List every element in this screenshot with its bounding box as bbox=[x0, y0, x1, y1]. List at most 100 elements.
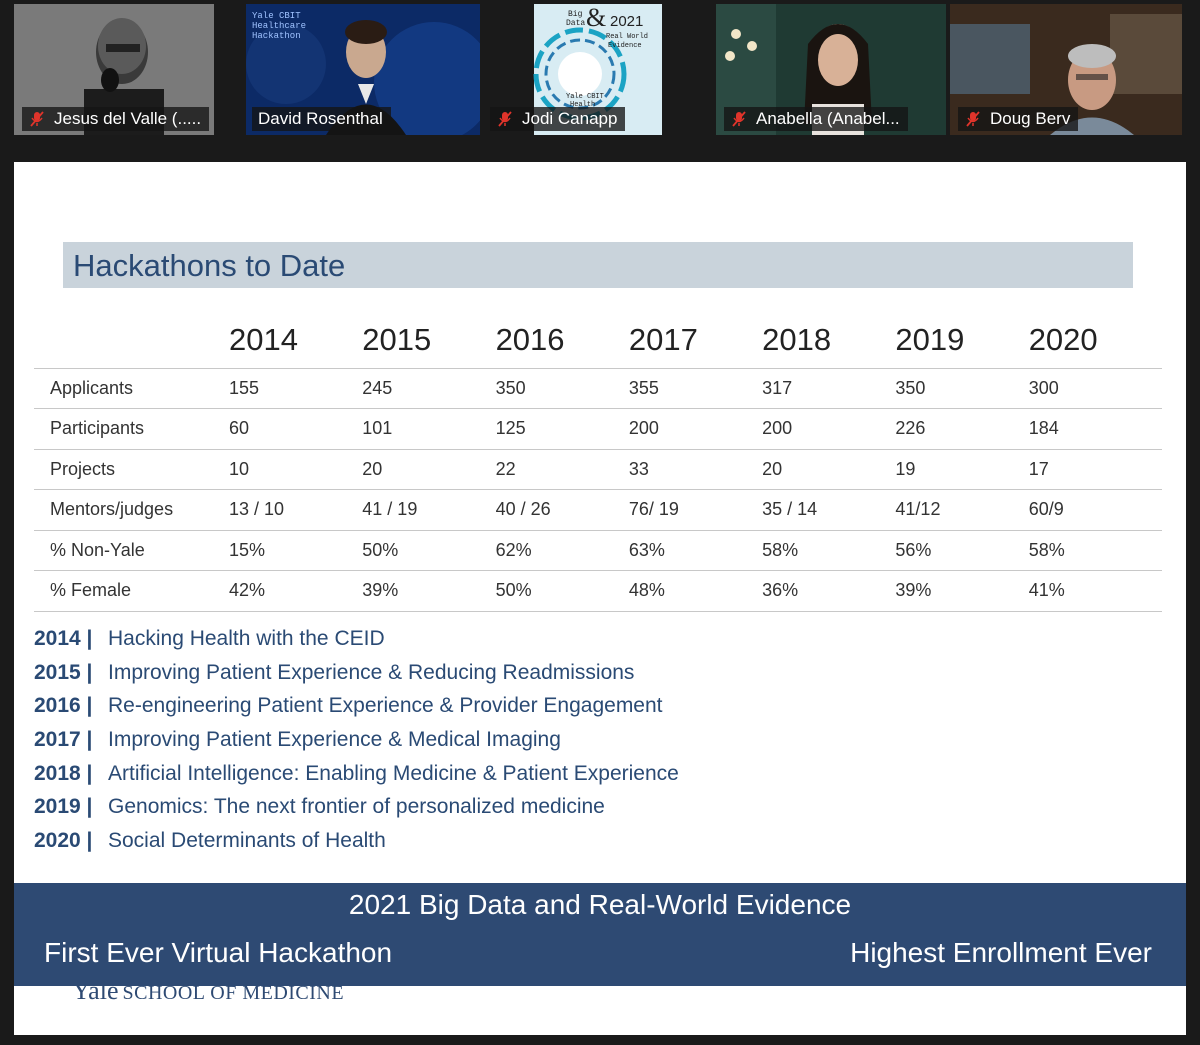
theme-year: 2018 | bbox=[34, 761, 93, 785]
table-cell: 58% bbox=[762, 529, 896, 571]
table-cell: 20 bbox=[362, 448, 496, 490]
table-cell: 226 bbox=[895, 408, 1029, 449]
participant-name: Jodi Canapp bbox=[522, 109, 618, 128]
logo-yale: Yale bbox=[72, 976, 119, 1005]
table-cell: 101 bbox=[362, 408, 496, 449]
svg-text:2021: 2021 bbox=[610, 13, 643, 30]
theme-year: 2020 | bbox=[34, 829, 93, 853]
bottom-strip bbox=[0, 1035, 1200, 1045]
svg-text:Data: Data bbox=[566, 19, 585, 28]
year-header: 2018 bbox=[762, 321, 832, 357]
table-cell: 41% bbox=[1028, 570, 1162, 612]
table-cell: 155 bbox=[229, 367, 363, 409]
row-label: Participants bbox=[34, 408, 229, 449]
theme-year: 2016 | bbox=[34, 694, 93, 718]
participant-name: David Rosenthal bbox=[258, 109, 383, 128]
table-cell: 317 bbox=[762, 367, 896, 409]
footer-headline: 2021 Big Data and Real-World Evidence bbox=[348, 889, 852, 920]
table-cell: 200 bbox=[628, 408, 763, 449]
svg-text:Healthcare: Healthcare bbox=[252, 21, 306, 31]
footer-left-text: First Ever Virtual Hackathon bbox=[44, 937, 393, 968]
row-label: % Female bbox=[34, 570, 229, 612]
theme-text: Hacking Health with the CEID bbox=[108, 627, 385, 650]
footer-right-text: Highest Enrollment Ever bbox=[850, 937, 1152, 968]
row-label: Mentors/judges bbox=[34, 489, 229, 530]
theme-text: Artificial Intelligence: Enabling Medici… bbox=[108, 761, 679, 785]
table-row: % Female 42% 39% 50% 48% 36% 39% 41% bbox=[34, 570, 1162, 612]
theme-text: Genomics: The next frontier of personali… bbox=[108, 795, 605, 819]
participant-name: Jesus del Valle (..... bbox=[54, 109, 202, 128]
year-header: 2019 bbox=[895, 321, 965, 357]
table-cell: 200 bbox=[762, 408, 896, 449]
svg-text:&: & bbox=[586, 4, 606, 32]
table-cell: 350 bbox=[495, 367, 629, 409]
table-cell: 20 bbox=[762, 448, 896, 490]
theme-text: Improving Patient Experience & Medical I… bbox=[108, 728, 561, 752]
table-cell: 36% bbox=[762, 570, 896, 612]
theme-year: 2019 | bbox=[34, 795, 93, 819]
table-cell: 76/ 19 bbox=[628, 489, 763, 530]
slide-title-bar: Hackathons to Date bbox=[63, 242, 1133, 288]
table-cell: 33 bbox=[628, 448, 763, 490]
participant-name: Doug Berv bbox=[990, 109, 1071, 128]
table-cell: 35 / 14 bbox=[762, 489, 896, 530]
theme-year: 2014 | bbox=[34, 627, 93, 650]
table-cell: 19 bbox=[895, 448, 1029, 490]
theme-item: 2020 | Social Determinants of Health bbox=[34, 829, 679, 863]
mic-muted-icon bbox=[30, 111, 44, 127]
table-corner-cell bbox=[34, 312, 229, 368]
svg-text:Yale CBIT: Yale CBIT bbox=[566, 93, 604, 101]
svg-text:Big: Big bbox=[568, 10, 583, 19]
table-cell: 13 / 10 bbox=[229, 489, 363, 530]
svg-text:Evidence: Evidence bbox=[608, 42, 642, 50]
participant-tile-2[interactable]: Yale CBIT Healthcare Hackathon David Ros… bbox=[246, 4, 480, 135]
participant-tile-4[interactable]: Anabella (Anabel... bbox=[716, 4, 946, 135]
year-header: 2015 bbox=[362, 321, 432, 357]
row-label: Applicants bbox=[34, 367, 229, 409]
participant-strip: Jesus del Valle (..... Yale CBIT Healthc… bbox=[0, 0, 1200, 162]
theme-item: 2019 | Genomics: The next frontier of per… bbox=[34, 795, 679, 829]
table-cell: 300 bbox=[1028, 367, 1162, 409]
theme-item: 2018 | Artificial Intelligence: Enabling … bbox=[34, 762, 679, 796]
theme-year: 2017 | bbox=[34, 728, 93, 752]
shared-slide: Hackathons to Date 2014 2015 2016 2017 2… bbox=[14, 162, 1186, 1035]
participant-nameplate: David Rosenthal bbox=[252, 107, 391, 131]
year-header: 2014 bbox=[229, 321, 298, 357]
participant-tile-3[interactable]: & 2021 Big Data Real World Evidence Yale… bbox=[482, 4, 712, 135]
participant-nameplate: Jodi Canapp bbox=[490, 107, 626, 131]
row-label: Projects bbox=[34, 448, 229, 490]
year-header: 2017 bbox=[628, 321, 698, 357]
table-cell: 17 bbox=[1028, 448, 1162, 490]
mic-muted-icon bbox=[966, 111, 980, 127]
hackathon-stats-table: 2014 2015 2016 2017 2018 2019 2020 Appli… bbox=[34, 312, 1162, 612]
theme-item: 2016 | Re-engineering Patient Experience … bbox=[34, 694, 679, 728]
participant-tile-5[interactable]: Doug Berv bbox=[950, 4, 1182, 135]
table-row: Mentors/judges 13 / 10 41 / 19 40 / 26 76/ 1… bbox=[34, 489, 1162, 530]
table-cell: 63% bbox=[628, 529, 763, 571]
table-cell: 48% bbox=[628, 570, 763, 612]
table-header-row: 2014 2015 2016 2017 2018 2019 2020 bbox=[34, 312, 1162, 368]
table-cell: 41/12 bbox=[895, 489, 1029, 530]
theme-item: 2017 | Improving Patient Experience & Med… bbox=[34, 728, 679, 762]
table-cell: 60/9 bbox=[1028, 489, 1162, 530]
table-row: Participants 60 101 125 200 200 226 184 bbox=[34, 408, 1162, 449]
participant-tile-1[interactable]: Jesus del Valle (..... bbox=[14, 4, 214, 135]
theme-item: 2015 | Improving Patient Experience & Red… bbox=[34, 661, 679, 695]
participant-nameplate: Anabella (Anabel... bbox=[724, 107, 908, 131]
logo-school: SCHOOL OF MEDICINE bbox=[122, 982, 345, 1004]
table-cell: 62% bbox=[495, 529, 629, 571]
table-cell: 58% bbox=[1028, 529, 1162, 571]
table-cell: 184 bbox=[1028, 408, 1162, 449]
svg-text:Real World: Real World bbox=[606, 33, 648, 41]
theme-item: 2014 | Hacking Health with the CEID bbox=[34, 627, 679, 661]
table-cell: 39% bbox=[895, 570, 1029, 612]
table-cell: 56% bbox=[895, 529, 1029, 571]
table-cell: 60 bbox=[229, 408, 363, 449]
hackathon-themes-list: 2014 | Hacking Health with the CEID 2015 |… bbox=[34, 627, 679, 863]
slide-title: Hackathons to Date bbox=[73, 248, 346, 283]
theme-text: Improving Patient Experience & Reducing … bbox=[108, 660, 635, 684]
svg-text:Hackathon: Hackathon bbox=[252, 31, 301, 41]
table-row: Projects 10 20 22 33 20 19 17 bbox=[34, 448, 1162, 490]
table-cell: 50% bbox=[362, 529, 496, 571]
table-cell: 10 bbox=[229, 448, 363, 490]
